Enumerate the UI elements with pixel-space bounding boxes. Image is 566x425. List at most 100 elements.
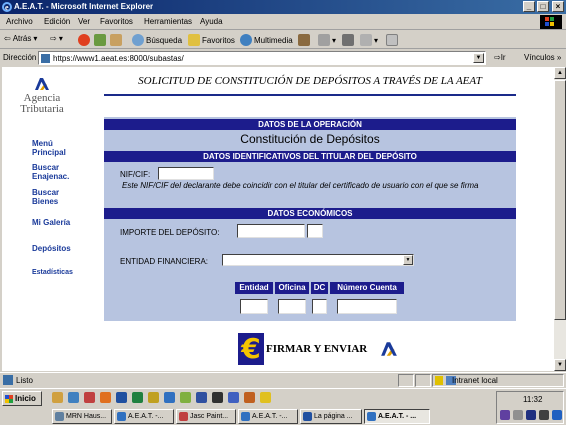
quicklaunch-icon[interactable] <box>68 392 79 403</box>
task-aeat-2[interactable]: A.E.A.T. -... <box>238 409 298 424</box>
task-label: La página ... <box>314 413 353 420</box>
task-label: Jasc Paint... <box>190 413 229 420</box>
maximize-button[interactable]: □ <box>537 1 549 12</box>
sign-and-send-label: FIRMAR Y ENVIAR <box>266 343 368 355</box>
start-button[interactable]: Inicio <box>2 391 42 406</box>
window-title: A.E.A.T. - Microsoft Internet Explorer <box>14 2 154 11</box>
tray-icon[interactable] <box>526 410 536 420</box>
word-icon[interactable] <box>116 392 127 403</box>
ccc-account-header: Número Cuenta <box>330 282 404 294</box>
address-bar: Dirección https://www1.aeat.es:8000/suba… <box>0 50 566 66</box>
menu-favoritos[interactable]: Favoritos <box>100 17 133 26</box>
stop-button[interactable] <box>78 34 90 46</box>
menu-archivo[interactable]: Archivo <box>6 17 33 26</box>
task-jasc-paint[interactable]: Jasc Paint... <box>176 409 236 424</box>
quicklaunch-icon[interactable] <box>52 392 63 403</box>
nif-note-text: Este NIF/CIF del declarante debe coincid… <box>122 181 479 190</box>
discuss-icon <box>386 34 398 46</box>
search-button[interactable]: Búsqueda <box>132 34 182 46</box>
quicklaunch-icon[interactable] <box>100 392 111 403</box>
word-icon <box>303 412 312 421</box>
quicklaunch-icon[interactable] <box>228 392 239 403</box>
nav-depositos[interactable]: Depósitos <box>32 244 71 253</box>
nif-input[interactable] <box>158 167 214 180</box>
ccc-dc-input[interactable] <box>312 299 327 314</box>
scroll-thumb[interactable] <box>554 80 566 320</box>
edit-button[interactable]: ▾ <box>360 34 378 46</box>
ccc-entidad-input[interactable] <box>240 299 268 314</box>
ccc-account-input[interactable] <box>337 299 397 314</box>
aeat-logo[interactable]: Agencia Tributaria <box>20 77 64 115</box>
ccc-oficina-input[interactable] <box>278 299 306 314</box>
vertical-scrollbar[interactable]: ▲ ▼ <box>554 67 566 371</box>
menu-ayuda[interactable]: Ayuda <box>200 17 223 26</box>
quicklaunch-icon[interactable] <box>260 392 271 403</box>
security-zone-text: Intranet local <box>452 376 498 385</box>
nav-menu-principal[interactable]: Menú Principal <box>32 139 82 157</box>
menu-herramientas[interactable]: Herramientas <box>144 17 192 26</box>
task-mrn-haus[interactable]: MRN Haus... <box>52 409 112 424</box>
favorites-button[interactable]: Favoritos <box>188 34 235 46</box>
nav-mi-galeria[interactable]: Mi Galería <box>32 218 70 227</box>
multimedia-button[interactable]: Multimedia <box>240 34 293 46</box>
scroll-down-button[interactable]: ▼ <box>554 359 566 371</box>
task-aeat-1[interactable]: A.E.A.T. -... <box>114 409 174 424</box>
menu-edicion[interactable]: Edición <box>44 17 70 26</box>
discuss-button[interactable] <box>386 34 398 46</box>
refresh-icon <box>94 34 106 46</box>
go-button[interactable]: ⇨Ir <box>494 53 506 62</box>
tray-icon[interactable] <box>539 410 549 420</box>
network-icon[interactable] <box>552 410 562 420</box>
quicklaunch-icon[interactable] <box>180 392 191 403</box>
scroll-up-button[interactable]: ▲ <box>554 67 566 79</box>
quicklaunch-icon[interactable] <box>244 392 255 403</box>
internet-explorer-icon: e <box>2 2 12 12</box>
chevron-down-icon[interactable]: ▼ <box>403 255 413 265</box>
home-button[interactable] <box>110 34 122 46</box>
section-operation-header: DATOS DE LA OPERACIÓN <box>104 119 516 130</box>
window-title-bar[interactable]: e A.E.A.T. - Microsoft Internet Explorer… <box>0 0 566 14</box>
quicklaunch-icon[interactable] <box>84 392 95 403</box>
minimize-button[interactable]: _ <box>523 1 535 12</box>
links-button[interactable]: Vínculos » <box>524 53 561 62</box>
refresh-button[interactable] <box>94 34 106 46</box>
menu-bar: Archivo Edición Ver Favoritos Herramient… <box>0 14 566 30</box>
volume-icon[interactable] <box>513 410 523 420</box>
history-button[interactable] <box>298 34 310 46</box>
search-icon <box>132 34 144 46</box>
browser-toolbar: ⇦ Atrás ▾ ⇨ ▾ Búsqueda Favoritos Multime… <box>0 31 566 49</box>
nav-buscar-bienes[interactable]: Buscar Bienes <box>32 188 72 206</box>
multimedia-icon <box>240 34 252 46</box>
forward-button[interactable]: ⇨ ▾ <box>50 34 63 43</box>
task-la-pagina[interactable]: La página ... <box>300 409 362 424</box>
system-tray: 11:32 <box>496 391 564 424</box>
windows-logo-icon <box>5 395 13 403</box>
close-button[interactable]: × <box>552 1 564 12</box>
quicklaunch-icon[interactable] <box>212 392 223 403</box>
address-dropdown-button[interactable]: ▼ <box>473 53 484 63</box>
section-economic-header: DATOS ECONÓMICOS <box>104 208 516 219</box>
internet-explorer-icon[interactable] <box>164 392 175 403</box>
sign-and-send-button[interactable]: € FIRMAR Y ENVIAR <box>238 333 400 365</box>
mail-button[interactable]: ▾ <box>318 34 336 46</box>
task-aeat-active[interactable]: A.E.A.T. - ... <box>364 409 430 424</box>
address-input[interactable]: https://www1.aeat.es:8000/subastas/ ▼ <box>38 51 486 65</box>
tray-icon[interactable] <box>500 410 510 420</box>
excel-icon[interactable] <box>132 392 143 403</box>
amount-decimals-input[interactable] <box>307 224 323 238</box>
print-button[interactable] <box>342 34 354 46</box>
page-icon <box>41 54 50 63</box>
clock[interactable]: 11:32 <box>523 395 542 404</box>
paint-icon <box>179 412 188 421</box>
amount-input[interactable] <box>237 224 305 238</box>
deposit-form: DATOS DE LA OPERACIÓN Constitución de De… <box>104 117 516 321</box>
quicklaunch-icon[interactable] <box>196 392 207 403</box>
favorites-label: Favoritos <box>202 35 235 45</box>
nav-estadisticas[interactable]: Estadísticas <box>32 268 73 277</box>
menu-ver[interactable]: Ver <box>78 17 90 26</box>
bank-select[interactable]: ▼ <box>222 254 414 266</box>
quicklaunch-icon[interactable] <box>148 392 159 403</box>
back-button[interactable]: ⇦ Atrás ▾ <box>4 34 37 43</box>
nav-buscar-enajenaciones[interactable]: Buscar Enajenac. <box>32 163 82 181</box>
nif-label: NIF/CIF: <box>120 170 151 179</box>
